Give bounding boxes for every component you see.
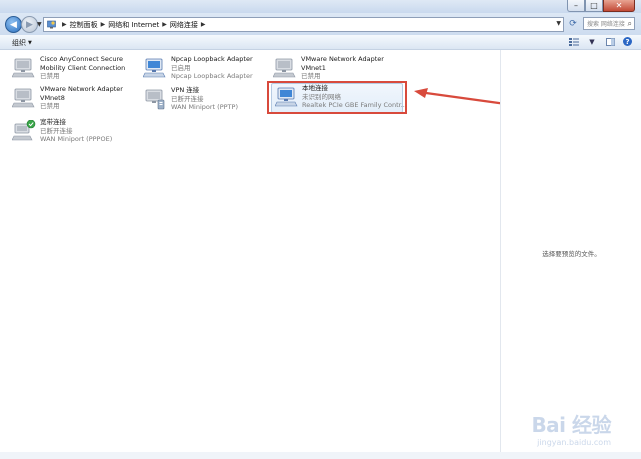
breadcrumb-network-internet[interactable]: 网络和 Internet	[108, 20, 159, 30]
breadcrumb-separator-icon[interactable]: ▶	[62, 21, 67, 28]
adapter-status: 已断开连接	[40, 126, 73, 135]
network-adapter-disabled-icon	[12, 88, 35, 108]
command-bar: 组织 ▼ ▼ ?	[0, 35, 641, 50]
chevron-down-icon: ▼	[28, 40, 32, 46]
adapter-text: VPN 连接 已断开连接 WAN Miniport (PPTP)	[171, 86, 271, 112]
view-options-icon[interactable]	[569, 37, 579, 46]
adapter-name: VPN 连接	[171, 86, 200, 94]
adapter-text: VMware Network Adapter VMnet8 已禁用	[40, 85, 140, 111]
organize-label: 组织	[12, 39, 26, 47]
adapter-name: VMware Network Adapter	[40, 85, 123, 93]
adapter-status: 已启用	[171, 63, 191, 72]
vpn-connection-icon	[145, 89, 165, 110]
breadcrumb-separator-icon[interactable]: ▶	[101, 21, 106, 28]
minimize-button[interactable]: –	[567, 0, 585, 12]
preview-pane: 选择要预览的文件。	[500, 50, 641, 452]
address-dropdown-icon[interactable]: ▼	[556, 20, 561, 27]
network-adapter-disabled-icon	[273, 58, 296, 78]
control-panel-icon	[47, 20, 56, 29]
annotation-arrow-icon	[414, 88, 507, 106]
toolbar-right: ▼ ?	[569, 37, 632, 46]
search-placeholder: 搜索 网络连接	[587, 21, 625, 28]
adapter-status: 已禁用	[40, 72, 60, 80]
adapter-device: WAN Miniport (PPTP)	[171, 103, 238, 111]
adapter-text: Npcap Loopback Adapter 已启用 Npcap Loopbac…	[171, 55, 271, 81]
adapter-status: 已禁用	[40, 102, 60, 110]
preview-placeholder: 选择要预览的文件。	[542, 250, 601, 258]
maximize-button[interactable]: □	[585, 0, 603, 12]
address-row: ◀ ▶ ▼ ▶ 控制面板 ▶ 网络和 Internet ▶ 网络连接 ▶ ▼ ⟳…	[0, 13, 641, 35]
adapter-broadband[interactable]: 宽带连接 已断开连接 WAN Miniport (PPPOE)	[12, 118, 137, 148]
title-bar: – □ ✕	[0, 0, 641, 13]
network-adapter-disabled-icon	[12, 58, 35, 78]
breadcrumb-separator-icon[interactable]: ▶	[201, 21, 206, 28]
highlight-annotation-box	[267, 81, 407, 114]
network-connections-window: – □ ✕ ◀ ▶ ▼ ▶ 控制面板 ▶ 网络和 Internet ▶ 网络连接…	[0, 0, 641, 459]
adapter-text: 宽带连接 已断开连接 WAN Miniport (PPPOE)	[40, 118, 140, 144]
status-bar	[0, 452, 641, 459]
adapter-text: Cisco AnyConnect Secure Mobility Client …	[40, 55, 140, 81]
adapter-npcap-loopback[interactable]: Npcap Loopback Adapter 已启用 Npcap Loopbac…	[143, 55, 268, 85]
adapter-name: Cisco AnyConnect Secure	[40, 55, 124, 63]
organize-button[interactable]: 组织 ▼	[12, 38, 32, 48]
watermark-url: jingyan.baidu.com	[537, 438, 611, 447]
network-adapter-icon	[143, 58, 166, 78]
breadcrumb-network-connections[interactable]: 网络连接	[170, 20, 198, 30]
adapter-vmware-vmnet8[interactable]: VMware Network Adapter VMnet8 已禁用	[12, 85, 137, 115]
search-input[interactable]: 搜索 网络连接 ⌕	[583, 17, 635, 30]
caption-buttons: – □ ✕	[567, 0, 635, 12]
back-button[interactable]: ◀	[5, 16, 22, 33]
address-bar[interactable]: ▶ 控制面板 ▶ 网络和 Internet ▶ 网络连接 ▶ ▼	[43, 17, 564, 32]
adapter-vpn[interactable]: VPN 连接 已断开连接 WAN Miniport (PPTP)	[143, 86, 268, 116]
adapter-name-line2: VMnet1	[301, 63, 326, 72]
adapter-device: WAN Miniport (PPPOE)	[40, 135, 113, 143]
adapter-status: 已断开连接	[171, 94, 204, 103]
breadcrumb-separator-icon[interactable]: ▶	[162, 21, 167, 28]
history-dropdown-icon[interactable]: ▼	[37, 21, 42, 28]
forward-button[interactable]: ▶	[21, 16, 38, 33]
breadcrumb-control-panel[interactable]: 控制面板	[70, 20, 98, 30]
breadcrumb: ▶ 控制面板 ▶ 网络和 Internet ▶ 网络连接 ▶	[59, 20, 209, 30]
close-button[interactable]: ✕	[603, 0, 635, 12]
adapter-text: VMware Network Adapter VMnet1 已禁用	[301, 55, 401, 81]
search-icon[interactable]: ⌕	[628, 19, 632, 29]
baidu-jingyan-watermark: Bai 经验 jingyan.baidu.com	[531, 409, 611, 447]
preview-pane-icon[interactable]	[605, 37, 615, 46]
adapter-name: VMware Network Adapter	[301, 55, 384, 63]
adapter-status: 已禁用	[301, 72, 321, 80]
broadband-connection-icon	[12, 120, 36, 141]
connections-list: Cisco AnyConnect Secure Mobility Client …	[0, 50, 500, 452]
adapter-cisco-anyconnect[interactable]: Cisco AnyConnect Secure Mobility Client …	[12, 55, 137, 85]
adapter-name: 宽带连接	[40, 118, 66, 126]
adapter-name-line2: Mobility Client Connection	[40, 63, 126, 72]
refresh-icon[interactable]: ⟳	[567, 18, 579, 30]
adapter-name-line2: VMnet8	[40, 93, 65, 102]
help-icon[interactable]: ?	[623, 37, 632, 46]
adapter-name: Npcap Loopback Adapter	[171, 55, 253, 63]
watermark-logo: Bai 经验	[531, 413, 611, 437]
view-dropdown-icon[interactable]: ▼	[587, 37, 597, 46]
adapter-device: Npcap Loopback Adapter	[171, 72, 253, 80]
